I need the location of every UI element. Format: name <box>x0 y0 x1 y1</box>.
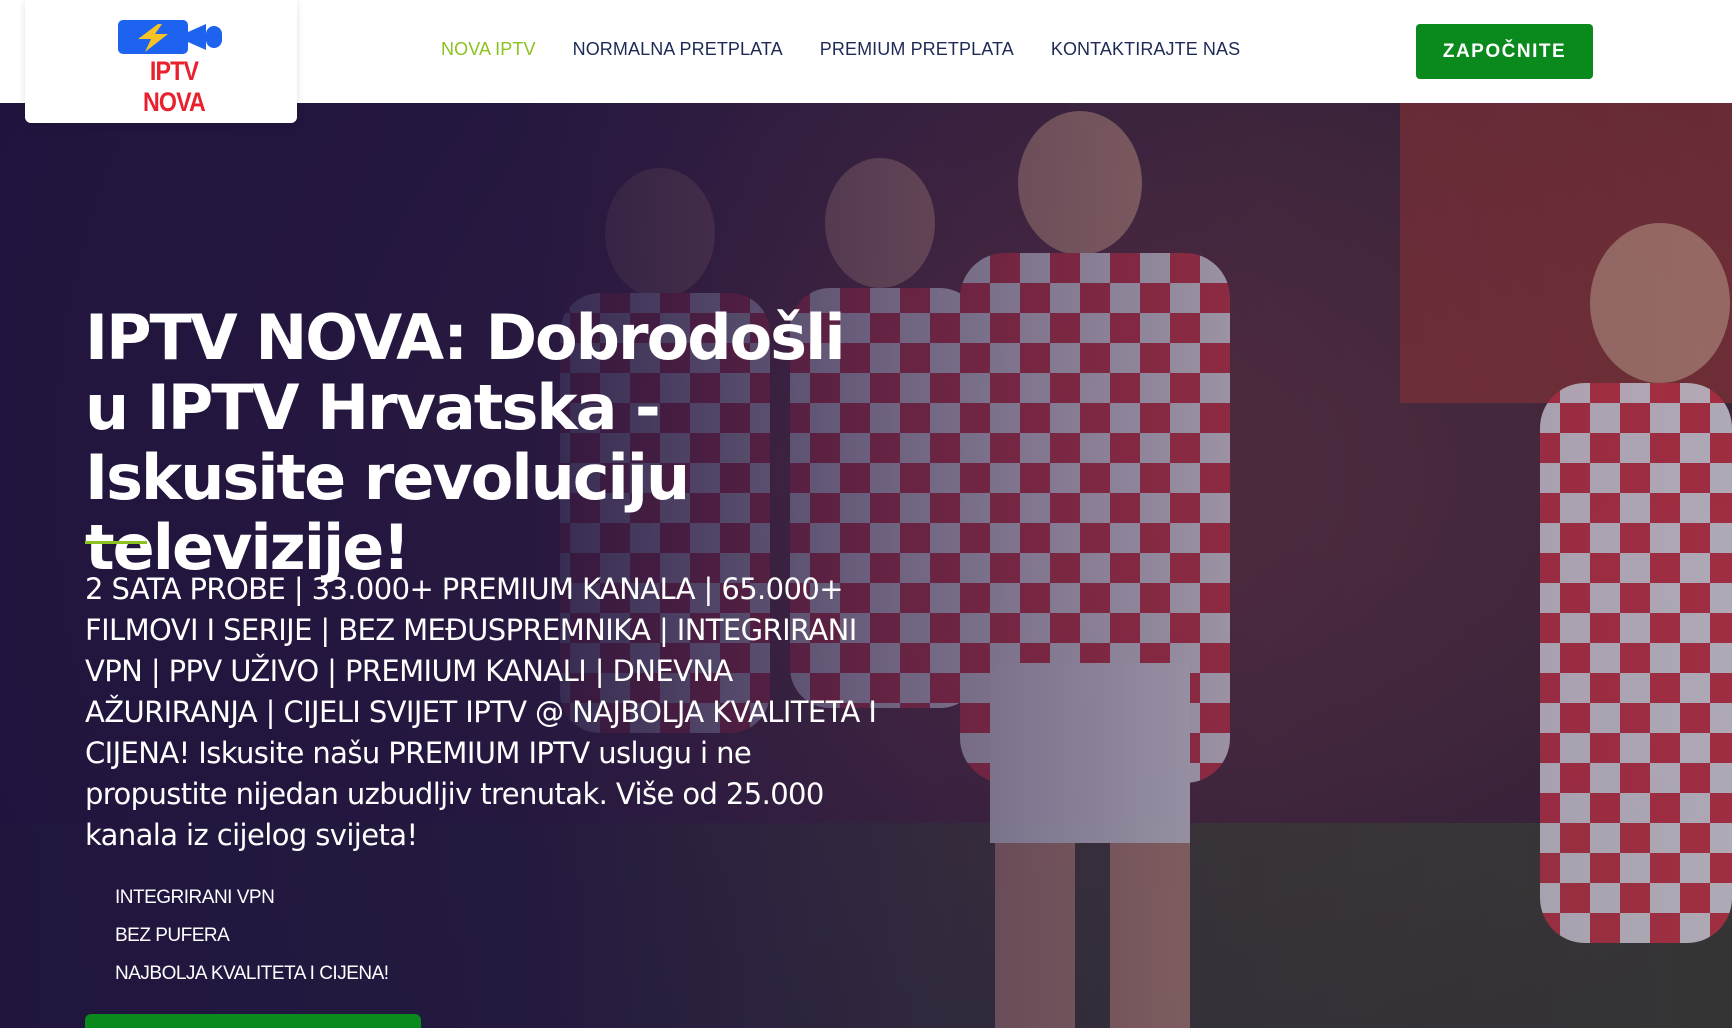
nav-item-kontaktirajte-nas[interactable]: KONTAKTIRAJTE NAS <box>1051 39 1240 60</box>
hero-description: 2 SATA PROBE | 33.000+ PREMIUM KANALA | … <box>85 572 877 852</box>
main-nav: NOVA IPTV NORMALNA PRETPLATA PREMIUM PRE… <box>441 39 1240 60</box>
lightning-camera-icon <box>118 20 222 54</box>
hero-divider <box>85 541 147 544</box>
hero-title: IPTV NOVA: Dobrodošli u IPTV Hrvatska - … <box>85 301 846 584</box>
feature-item: INTEGRIRANI VPN <box>115 887 275 908</box>
logo-link[interactable]: IPTV NOVA <box>25 0 297 123</box>
hero-section: IPTV NOVA: Dobrodošli u IPTV Hrvatska - … <box>0 103 1732 1028</box>
feature-item: BEZ PUFERA <box>115 925 230 946</box>
start-button[interactable]: ZAPOČNITE <box>1416 24 1593 79</box>
hero-cta-button[interactable] <box>85 1014 421 1028</box>
nav-item-normalna-pretplata[interactable]: NORMALNA PRETPLATA <box>573 39 783 60</box>
logo-text: IPTV NOVA <box>143 56 206 117</box>
feature-item: NAJBOLJA KVALITETA I CIJENA! <box>115 963 389 984</box>
nav-item-premium-pretplata[interactable]: PREMIUM PRETPLATA <box>820 39 1014 60</box>
feature-list: INTEGRIRANI VPN BEZ PUFERA NAJBOLJA KVAL… <box>115 879 389 993</box>
nav-item-nova-iptv[interactable]: NOVA IPTV <box>441 39 536 60</box>
